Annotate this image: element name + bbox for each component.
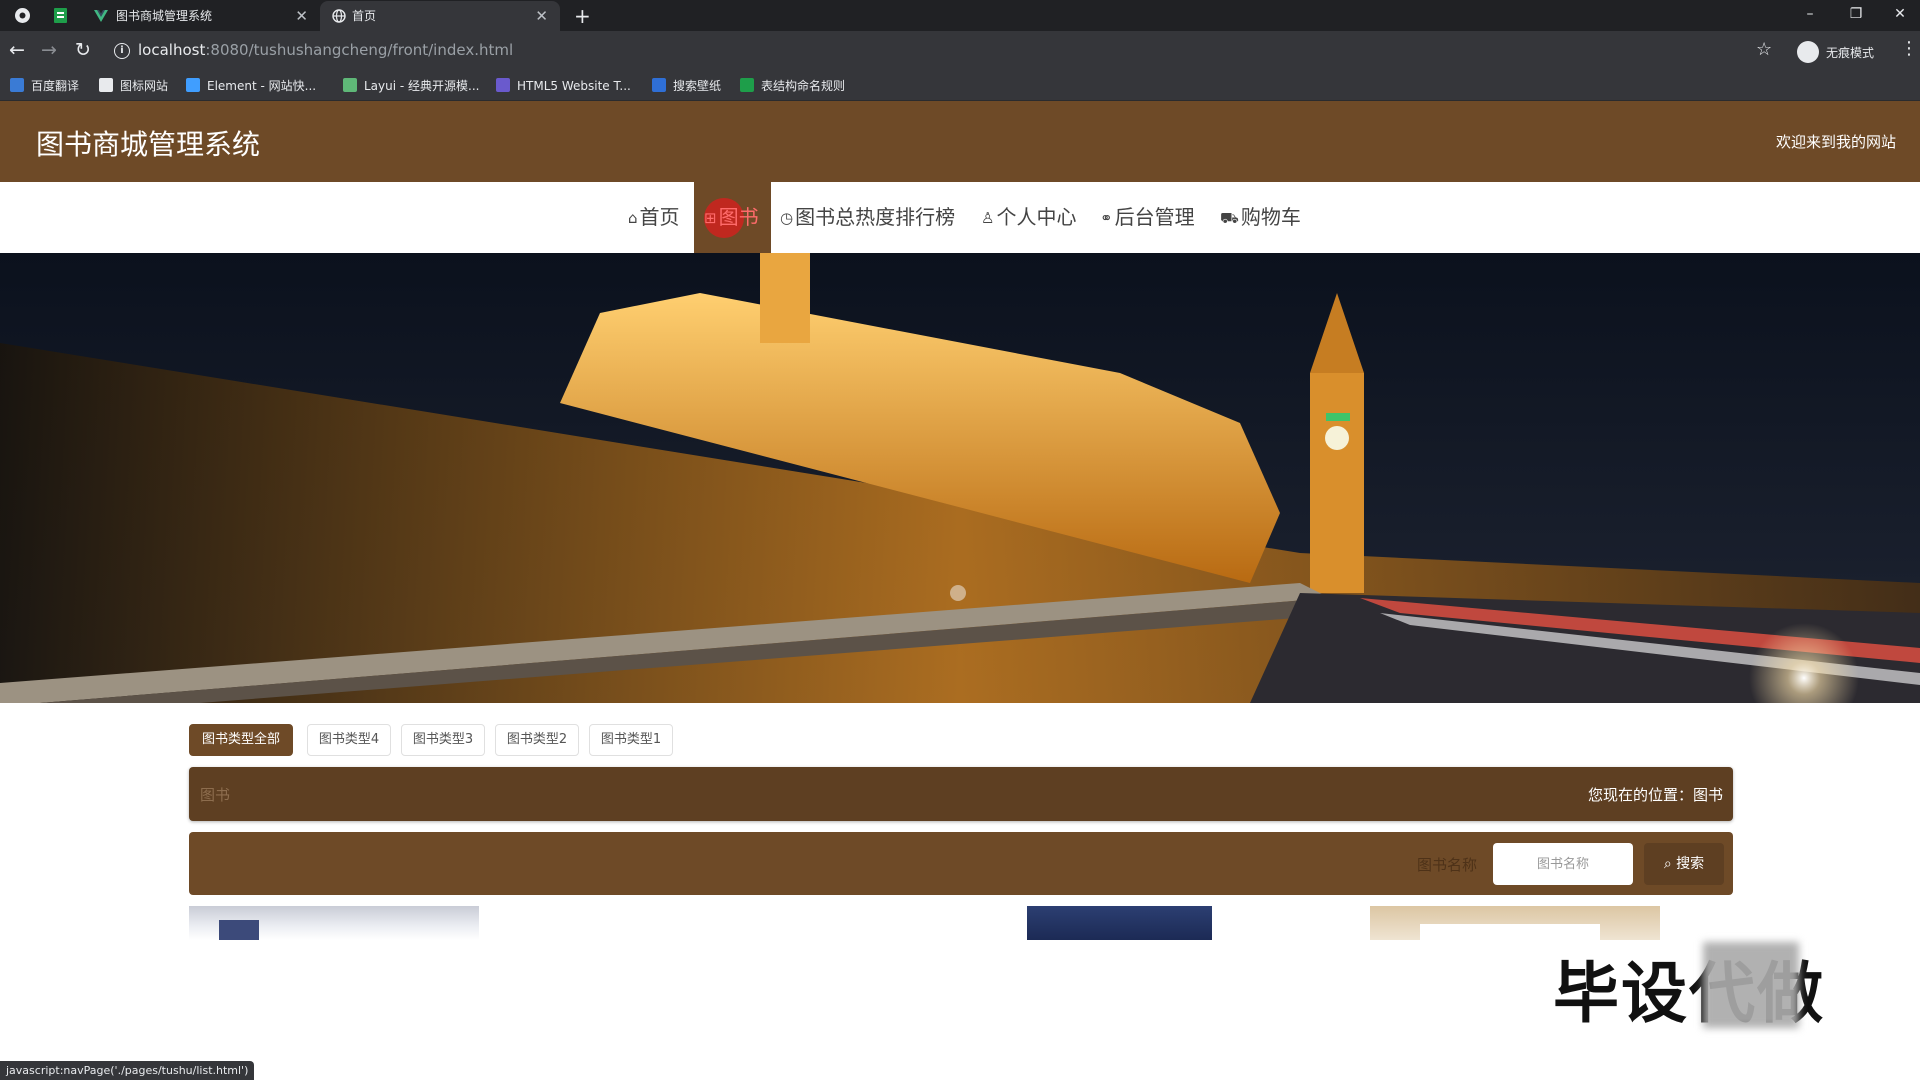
category-filter[interactable]: 图书类型3 (401, 724, 485, 756)
nav-item-cart[interactable]: ⛟ 购物车 (1220, 182, 1301, 253)
home-icon: ⌂ (628, 209, 638, 227)
html5-logo-icon (496, 78, 510, 92)
nav-item-books[interactable]: ⊞ 图书 (694, 182, 771, 253)
site-header: 图书商城管理系统 欢迎来到我的网站 (0, 101, 1920, 182)
section-title: 图书 (200, 786, 231, 804)
bookmark-item[interactable]: 图标网站 (99, 71, 168, 101)
book-card[interactable] (1370, 906, 1660, 940)
minimize-icon[interactable]: – (1790, 0, 1830, 30)
breadcrumb: 图书 您现在的位置：图书 (189, 767, 1733, 821)
site-info-icon[interactable]: i (114, 43, 130, 59)
close-icon[interactable]: ✕ (535, 1, 548, 31)
clock-icon: ◷ (780, 209, 794, 227)
book-cover (1420, 924, 1600, 940)
search-label: 图书名称 (1417, 856, 1478, 874)
bookmark-item[interactable]: HTML5 Website T... (496, 71, 631, 101)
grid-icon: ⊞ (704, 209, 717, 227)
cart-icon: ⛟ (1220, 209, 1239, 227)
book-card[interactable] (1027, 906, 1212, 940)
welcome-text: 欢迎来到我的网站 (1775, 133, 1896, 151)
close-icon[interactable]: ✕ (295, 1, 308, 31)
flag-icon (99, 78, 113, 92)
bookmarks-bar: 百度翻译 图标网站 Element - 网站快... Layui - 经典开源模… (0, 71, 1920, 101)
bookmark-item[interactable]: 表结构命名规则 (740, 71, 845, 101)
browser-tab-1[interactable]: 图书商城管理系统 ✕ (84, 1, 320, 31)
sheet-icon (740, 78, 754, 92)
window-close-icon[interactable]: ✕ (1880, 0, 1920, 30)
nav-item-home[interactable]: ⌂ 首页 (624, 182, 684, 253)
status-bar: javascript:navPage('./pages/tushu/list.h… (0, 1061, 255, 1080)
nav-item-admin[interactable]: ⚭ 后台管理 (1100, 182, 1195, 253)
category-filter[interactable]: 图书类型2 (495, 724, 579, 756)
bookmark-item[interactable]: Element - 网站快... (186, 71, 316, 101)
browser-tab-2[interactable]: 首页 ✕ (320, 1, 560, 31)
layui-logo-icon (343, 78, 357, 92)
element-logo-icon (186, 78, 200, 92)
watermark-mask (1703, 942, 1799, 1028)
reload-icon[interactable]: ↻ (70, 37, 96, 63)
chrome-menu-icon[interactable] (14, 7, 31, 24)
bookmark-item[interactable]: 百度翻译 (10, 71, 79, 101)
incognito-icon[interactable] (1797, 41, 1819, 63)
book-cover (219, 920, 259, 940)
category-filter-all[interactable]: 图书类型全部 (189, 724, 293, 756)
nav-item-ranking[interactable]: ◷ 图书总热度排行榜 (780, 182, 955, 253)
search-button[interactable]: ⌕ 搜索 (1644, 843, 1724, 885)
book-card[interactable] (189, 906, 479, 940)
bookmark-star-icon[interactable]: ☆ (1756, 39, 1772, 60)
browser-toolbar: ← → ↻ i localhost:8080/tushushangcheng/f… (0, 31, 1920, 71)
category-filter[interactable]: 图书类型4 (307, 724, 391, 756)
user-icon: ♙ (981, 209, 995, 227)
globe-icon (332, 9, 346, 23)
bookmark-item[interactable]: Layui - 经典开源模... (343, 71, 479, 101)
wallpaper-icon (652, 78, 666, 92)
site-title: 图书商城管理系统 (36, 128, 261, 161)
search-panel: 图书名称 ⌕ 搜索 (189, 832, 1733, 895)
url-path: :8080/tushushangcheng/front/index.html (205, 41, 514, 59)
search-icon: ⌕ (1663, 856, 1672, 872)
category-filter[interactable]: 图书类型1 (589, 724, 673, 756)
browser-menu-icon[interactable]: ⋮ (1900, 38, 1918, 59)
back-arrow-icon[interactable]: ← (4, 37, 30, 63)
bookmark-item[interactable]: 搜索壁纸 (652, 71, 721, 101)
forward-arrow-icon[interactable]: → (36, 37, 62, 63)
search-input[interactable] (1493, 843, 1633, 885)
banner-image (0, 253, 1920, 703)
link-icon: ⚭ (1100, 209, 1113, 227)
browser-tab-strip: 图书商城管理系统 ✕ 首页 ✕ + – ❐ ✕ (0, 0, 1920, 31)
sheet-tab-icon[interactable] (52, 7, 69, 24)
new-tab-button[interactable]: + (574, 2, 591, 30)
url-host: localhost (138, 41, 206, 59)
nav-item-profile[interactable]: ♙ 个人中心 (981, 182, 1076, 253)
location-text: 您现在的位置：图书 (1587, 786, 1723, 804)
address-bar[interactable]: localhost:8080/tushushangcheng/front/ind… (138, 41, 513, 59)
banner-carousel[interactable] (0, 253, 1920, 703)
main-nav: ⌂ 首页 ⊞ 图书 ◷ 图书总热度排行榜 ♙ 个人中心 ⚭ 后台管理 ⛟ 购物车 (0, 182, 1920, 253)
incognito-label[interactable]: 无痕模式 (1826, 44, 1874, 61)
translate-icon (10, 78, 24, 92)
tab-title: 首页 (352, 9, 377, 23)
vue-logo-icon (94, 10, 108, 22)
restore-icon[interactable]: ❐ (1836, 0, 1876, 30)
tab-title: 图书商城管理系统 (116, 9, 213, 23)
